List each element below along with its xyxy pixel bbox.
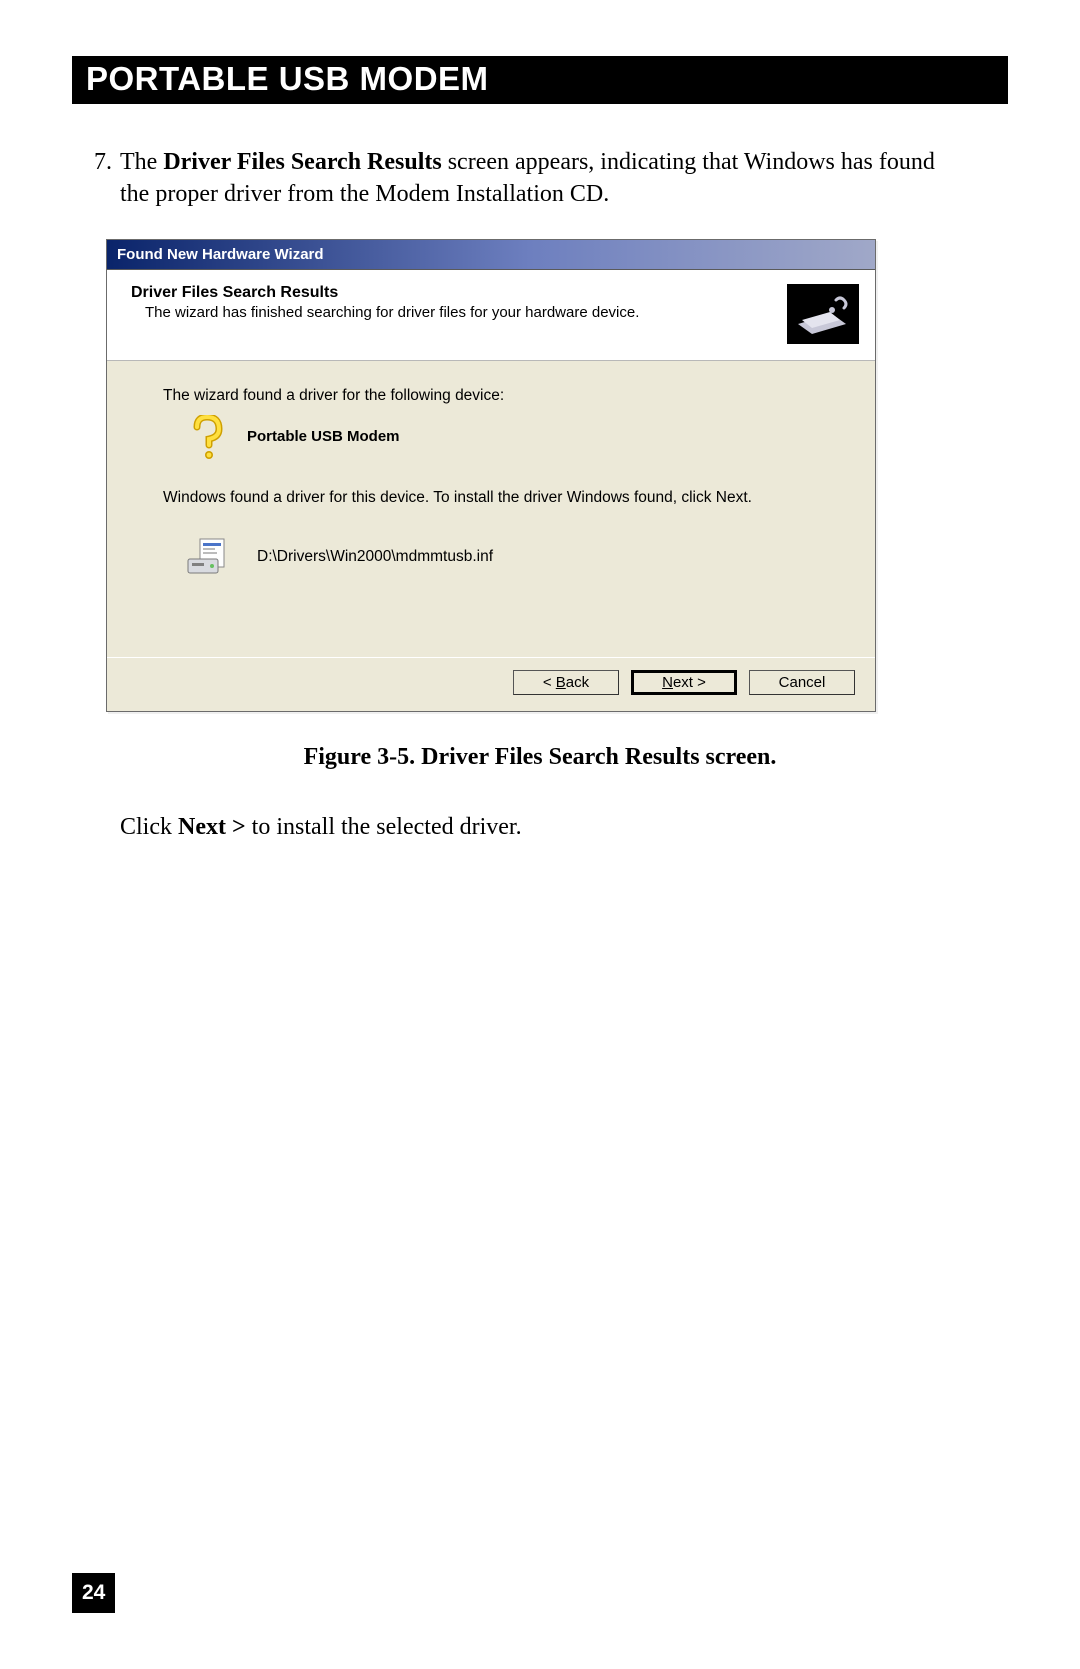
after-pre: Click [120, 814, 178, 840]
found-new-hardware-wizard: Found New Hardware Wizard Driver Files S… [106, 239, 876, 712]
figure-caption: Figure 3-5. Driver Files Search Results … [72, 744, 1008, 771]
wizard-footer: < Back Next > Cancel [107, 657, 875, 711]
hardware-icon [787, 284, 859, 344]
back-prefix: < [543, 674, 556, 691]
cancel-button[interactable]: Cancel [749, 670, 855, 695]
wizard-titlebar: Found New Hardware Wizard [107, 240, 875, 270]
after-bold: Next > [178, 814, 246, 840]
back-underline: B [556, 674, 566, 691]
post-figure-instruction: Click Next > to install the selected dri… [120, 811, 1008, 843]
unknown-device-icon [185, 415, 229, 459]
back-rest: ack [566, 674, 589, 691]
install-instruction: Windows found a driver for this device. … [163, 489, 835, 507]
step-7: 7. The Driver Files Search Results scree… [72, 146, 1008, 211]
next-rest: ext > [673, 674, 706, 691]
wizard-body: The wizard found a driver for the follow… [107, 361, 875, 657]
next-underline: N [662, 674, 673, 691]
step-text: The Driver Files Search Results screen a… [120, 146, 1008, 211]
inf-file-icon [185, 537, 233, 577]
wizard-header-subtitle: The wizard has finished searching for dr… [131, 304, 775, 321]
page-header: PORTABLE USB MODEM [72, 56, 1008, 104]
page-number: 24 [72, 1573, 115, 1613]
next-button[interactable]: Next > [631, 670, 737, 695]
after-post: to install the selected driver. [246, 814, 522, 840]
driver-path: D:\Drivers\Win2000\mdmmtusb.inf [257, 548, 493, 566]
step-number: 7. [72, 146, 120, 211]
driver-path-row: D:\Drivers\Win2000\mdmmtusb.inf [185, 537, 835, 577]
wizard-header: Driver Files Search Results The wizard h… [107, 270, 875, 361]
wizard-header-title: Driver Files Search Results [131, 284, 775, 302]
found-device-line: The wizard found a driver for the follow… [163, 387, 835, 405]
step-pre: The [120, 149, 163, 175]
step-bold: Driver Files Search Results [163, 149, 441, 175]
back-button[interactable]: < Back [513, 670, 619, 695]
device-row: Portable USB Modem [185, 415, 835, 459]
device-name: Portable USB Modem [247, 428, 400, 445]
